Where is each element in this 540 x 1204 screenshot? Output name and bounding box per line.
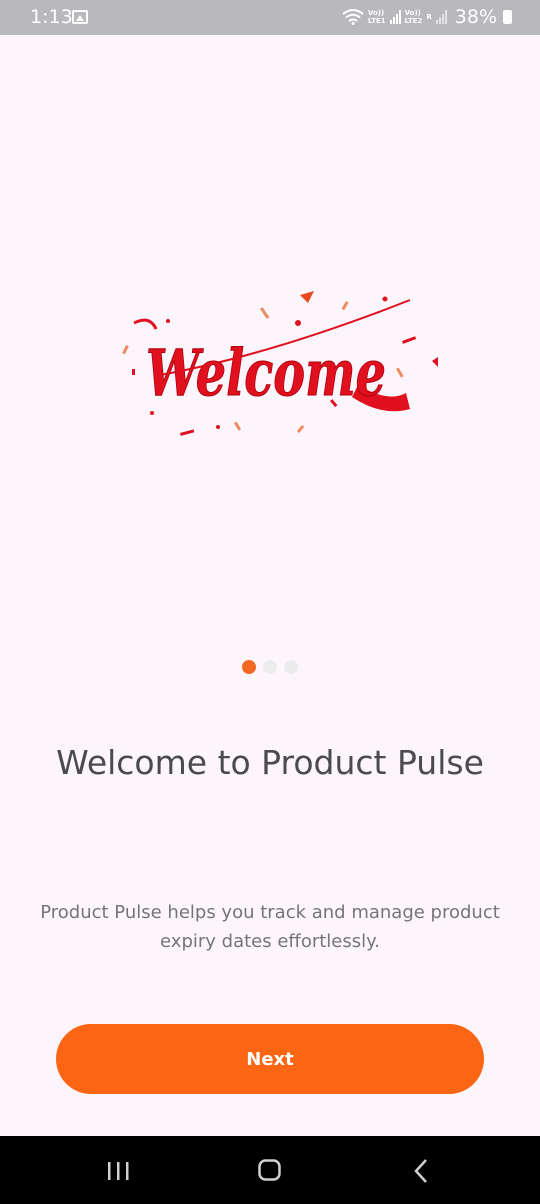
next-button[interactable]: Next <box>56 1024 484 1094</box>
onboarding-subtitle: Product Pulse helps you track and manage… <box>40 902 500 952</box>
system-nav-bar <box>0 1136 540 1204</box>
page-dot-active <box>242 660 256 674</box>
welcome-illustration: Welcome <box>122 291 438 436</box>
back-icon <box>414 1159 427 1183</box>
lte2-indicator: Vo)) LTE2 <box>405 9 423 25</box>
onboarding-title: Welcome to Product Pulse <box>56 743 484 782</box>
recents-button[interactable] <box>78 1136 158 1204</box>
page-indicator <box>0 660 540 674</box>
page-dot <box>263 660 277 674</box>
page-dot <box>284 660 298 674</box>
recents-icon <box>108 1162 129 1180</box>
status-icons: Vo)) LTE1 Vo)) LTE2 R 38% <box>342 5 512 29</box>
signal-icon <box>389 10 401 24</box>
roaming-label: R <box>426 13 432 21</box>
battery-icon <box>503 10 512 24</box>
status-bar: 1:13 Vo)) LTE1 Vo)) LTE2 R 38% <box>0 0 540 35</box>
lte2-top-label: Vo)) <box>404 9 421 17</box>
lte1-indicator: Vo)) LTE1 <box>368 9 386 25</box>
wifi-icon <box>342 9 364 25</box>
home-icon <box>258 1159 281 1181</box>
back-button[interactable] <box>380 1136 460 1204</box>
battery-percentage: 38% <box>454 6 497 28</box>
lte1-top-label: Vo)) <box>367 9 385 17</box>
lte2-bottom-label: LTE2 <box>404 17 423 25</box>
roaming-indicator: R <box>426 13 431 21</box>
home-button[interactable] <box>230 1136 310 1204</box>
welcome-lettering: Welcome <box>146 336 386 411</box>
gallery-icon <box>72 10 88 24</box>
signal-icon-2 <box>435 10 447 24</box>
status-time: 1:13 <box>30 6 73 28</box>
lte1-bottom-label: LTE1 <box>367 17 386 25</box>
